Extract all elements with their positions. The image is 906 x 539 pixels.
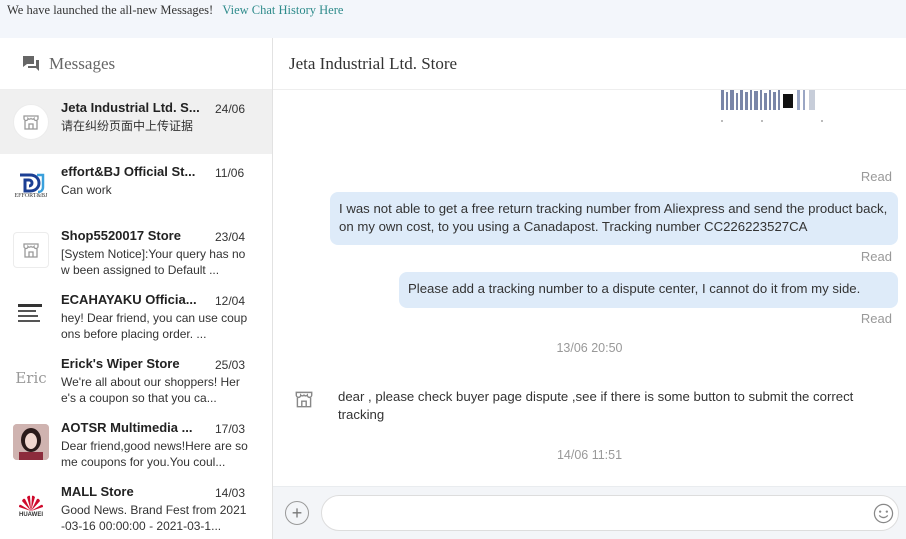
- effort-logo-text: EFFORT&BJ: [14, 193, 48, 199]
- conversation-preview: Dear friend,good news!Here are some coup…: [61, 439, 248, 469]
- store-icon: [13, 104, 49, 140]
- add-attachment-button[interactable]: +: [285, 501, 309, 525]
- ecahayaku-logo: [13, 296, 49, 332]
- conversation-item[interactable]: ECAHAYAKU Officia... 12/04 hey! Dear fri…: [0, 282, 272, 346]
- conversation-preview: Can work: [61, 183, 112, 197]
- conversation-date: 24/06: [215, 102, 246, 116]
- conversation-name: Shop5520017 Store: [61, 228, 181, 243]
- conversation-date: 11/06: [215, 166, 245, 180]
- eric-logo-text: Eric: [15, 369, 47, 387]
- view-chat-history-link[interactable]: View Chat History Here: [222, 3, 343, 17]
- conversation-date: 17/03: [215, 422, 246, 436]
- messages-icon: [23, 55, 39, 71]
- read-receipt: Read: [860, 169, 892, 184]
- conversation-preview: 请在纠纷页面中上传证据: [61, 119, 194, 133]
- announcement-banner: We have launched the all-new Messages! V…: [0, 0, 906, 38]
- banner-text: We have launched the all-new Messages!: [7, 3, 214, 17]
- conversation-date: 25/03: [215, 358, 246, 372]
- sent-message: Please add a tracking number to a disput…: [399, 272, 898, 308]
- effort-logo: EFFORT&BJ: [13, 168, 49, 204]
- sidebar-title: Messages: [49, 53, 116, 73]
- received-message: dear , please check buyer page dispute ,…: [338, 389, 854, 422]
- message-composer: +: [273, 486, 906, 539]
- message-input[interactable]: [321, 495, 899, 531]
- image-attachment[interactable]: [719, 90, 829, 126]
- conversation-item[interactable]: HUAWEI MALL Store 14/03 Good News. Brand…: [0, 474, 272, 538]
- conversation-name: Erick's Wiper Store: [61, 356, 180, 371]
- conversation-preview: We're all about our shoppers! Here's a c…: [61, 375, 240, 405]
- sent-message: I was not able to get a free return trac…: [330, 192, 898, 245]
- conversation-item[interactable]: Eric Erick's Wiper Store 25/03 We're all…: [0, 346, 272, 410]
- chat-header: Jeta Industrial Ltd. Store: [273, 38, 906, 90]
- conversation-date: 14/03: [215, 486, 246, 500]
- conversation-date: 12/04: [215, 294, 246, 308]
- emoji-icon[interactable]: [873, 503, 894, 524]
- store-icon: [13, 232, 49, 268]
- conversation-name: MALL Store: [61, 484, 134, 499]
- message-timestamp: 14/06 11:51: [556, 448, 623, 462]
- conversation-item[interactable]: EFFORT&BJ effort&BJ Official St... 11/06…: [0, 154, 272, 218]
- conversation-name: AOTSR Multimedia ...: [61, 420, 193, 435]
- conversation-name: effort&BJ Official St...: [61, 164, 196, 179]
- store-icon: [293, 388, 315, 410]
- conversation-name: ECAHAYAKU Officia...: [61, 292, 197, 307]
- eric-logo: Eric: [13, 360, 49, 396]
- photo-avatar: [13, 424, 49, 460]
- chat-panel: Jeta Industrial Ltd. Store Read I was no…: [273, 38, 906, 539]
- huawei-logo: HUAWEI: [13, 488, 49, 524]
- conversation-name: Jeta Industrial Ltd. S...: [61, 100, 200, 115]
- conversation-item[interactable]: Jeta Industrial Ltd. S... 24/06 请在纠纷页面中上…: [0, 90, 272, 154]
- huawei-logo-text: HUAWEI: [19, 512, 43, 518]
- read-receipt: Read: [860, 249, 892, 264]
- conversation-item[interactable]: AOTSR Multimedia ... 17/03 Dear friend,g…: [0, 410, 272, 474]
- conversation-preview: hey! Dear friend, you can use coupons be…: [61, 311, 248, 341]
- sidebar-header: Messages: [0, 38, 272, 90]
- conversation-date: 23/04: [215, 230, 246, 244]
- conversation-sidebar: Messages Jeta Industrial Ltd. S... 24/06…: [0, 38, 273, 539]
- read-receipt: Read: [860, 311, 892, 326]
- conversation-preview: [System Notice]:Your query has now been …: [61, 247, 246, 277]
- message-timestamp: 13/06 20:50: [556, 341, 623, 355]
- conversation-preview: Good News. Brand Fest from 2021-03-16 00…: [61, 503, 247, 533]
- conversation-item[interactable]: Shop5520017 Store 23/04 [System Notice]:…: [0, 218, 272, 282]
- chat-title: Jeta Industrial Ltd. Store: [289, 53, 458, 73]
